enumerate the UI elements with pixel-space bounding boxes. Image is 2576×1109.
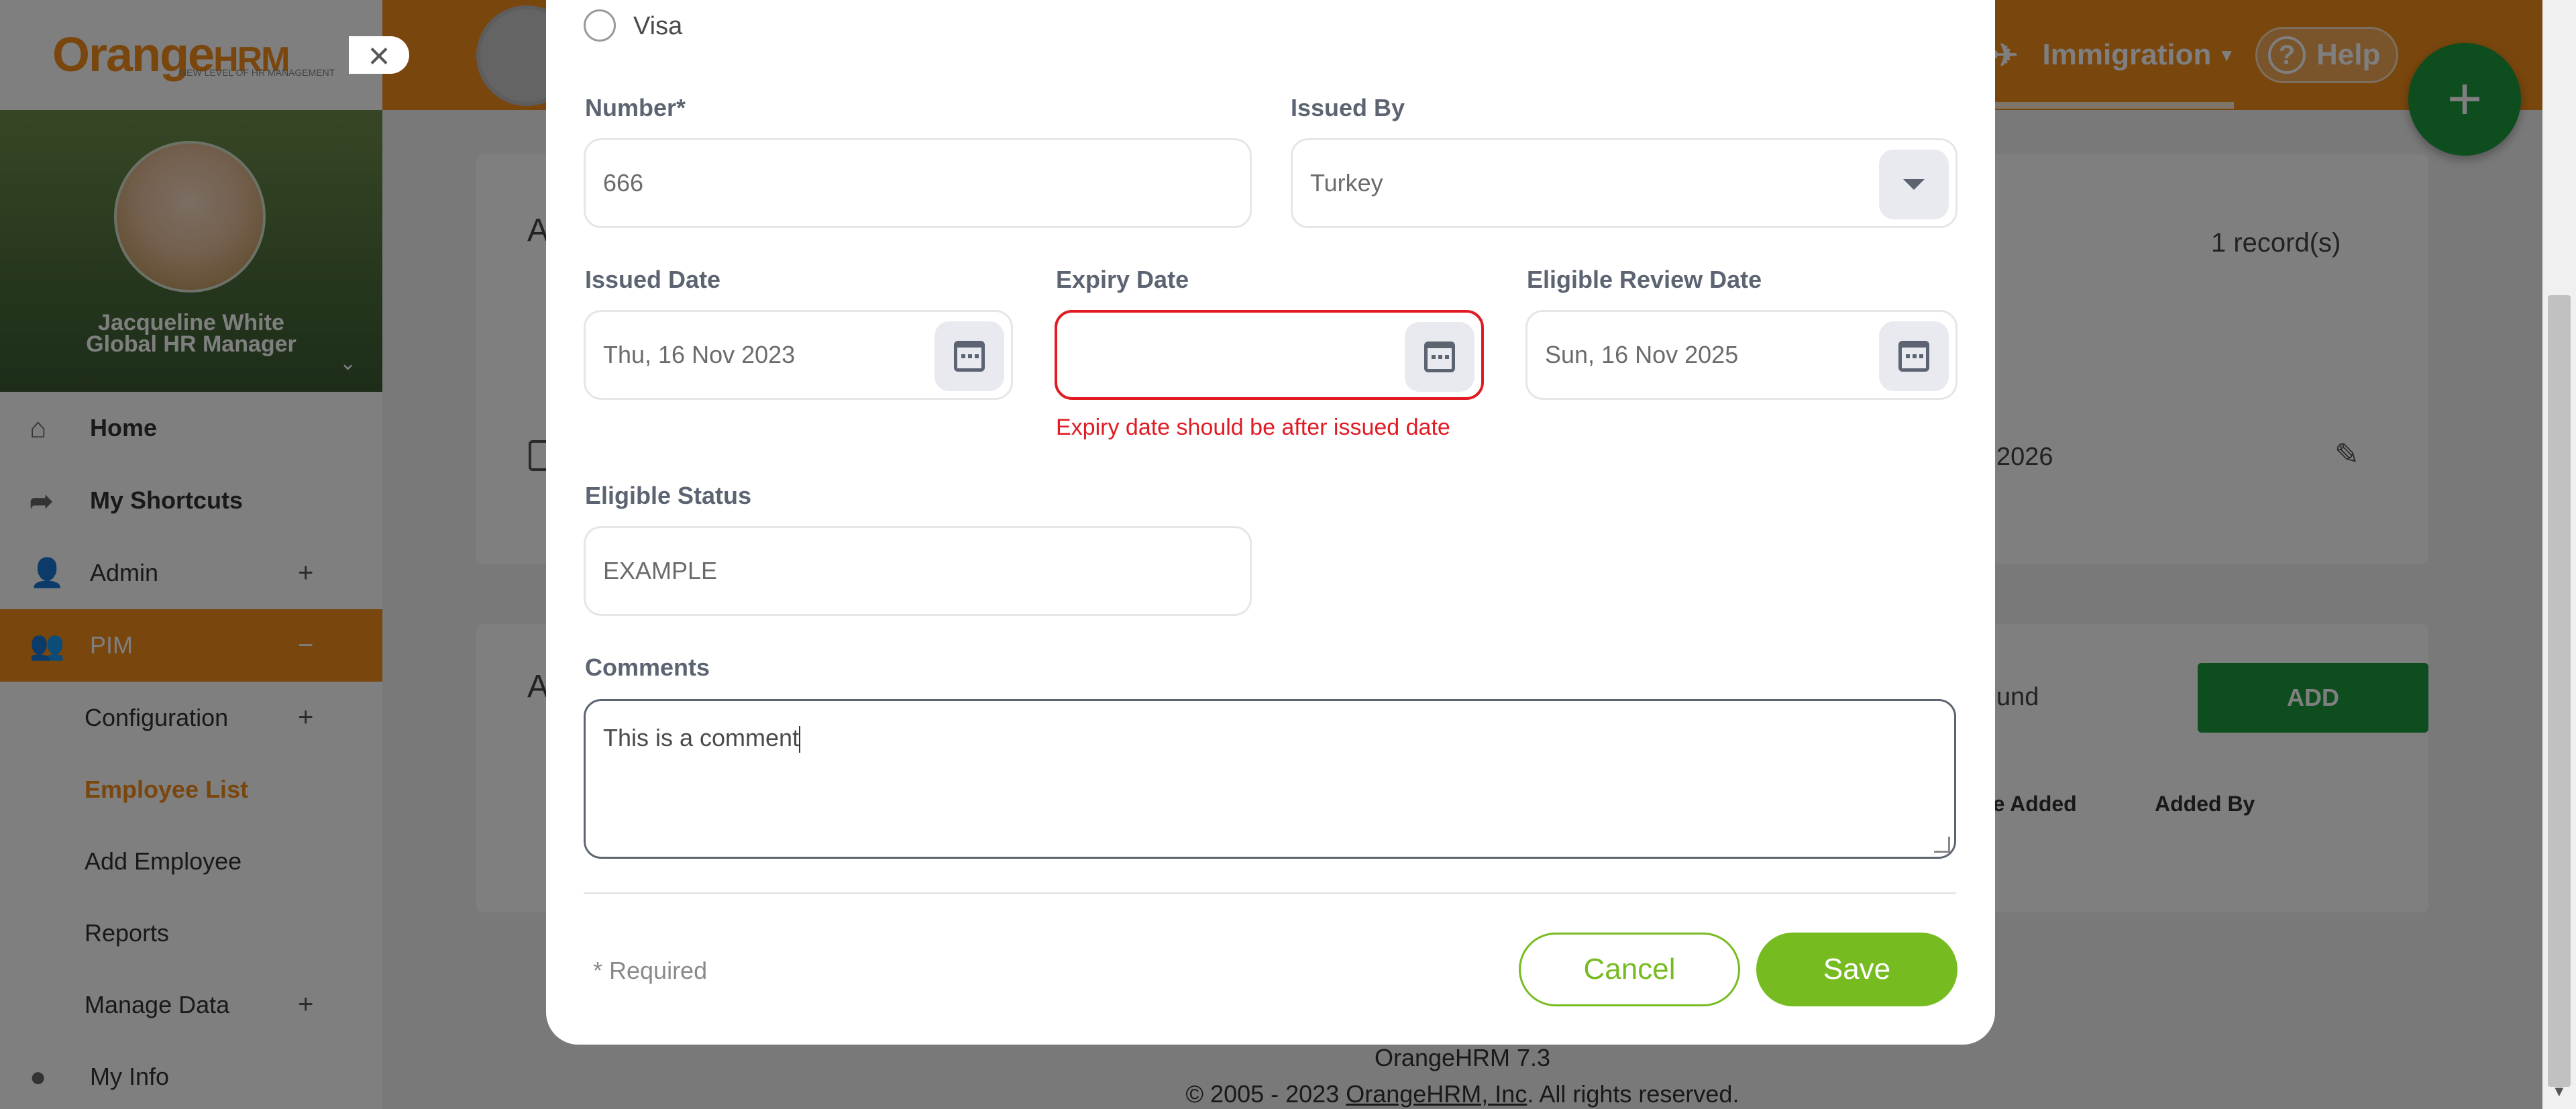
immigration-modal: Visa Number* 666 Issued By Turkey Issued… (546, 0, 1995, 1045)
expiry-date-label: Expiry Date (1056, 266, 1189, 293)
scroll-down-icon[interactable]: ▼ (2552, 1083, 2567, 1100)
issued-date-input[interactable]: Thu, 16 Nov 2023 (584, 310, 1013, 400)
issued-by-select[interactable]: Turkey (1291, 138, 1957, 228)
issued-by-label: Issued By (1291, 94, 1405, 121)
visa-radio[interactable] (584, 9, 616, 42)
visa-radio-label: Visa (633, 12, 683, 40)
issued-date-label: Issued Date (585, 266, 721, 293)
dropdown-caret-icon[interactable] (1879, 150, 1949, 219)
calendar-icon[interactable] (934, 321, 1004, 391)
eligible-status-value: EXAMPLE (603, 557, 718, 584)
close-icon[interactable]: × (349, 34, 409, 76)
review-date-label: Eligible Review Date (1527, 266, 1762, 293)
comments-value: This is a comment (603, 724, 800, 751)
text-cursor (799, 726, 801, 753)
review-date-input[interactable]: Sun, 16 Nov 2025 (1525, 310, 1957, 400)
cancel-button[interactable]: Cancel (1519, 933, 1740, 1006)
divider (584, 892, 1956, 894)
calendar-icon[interactable] (1405, 322, 1474, 392)
scrollbar-thumb[interactable] (2548, 295, 2571, 1087)
resize-handle[interactable] (1934, 837, 1950, 853)
comments-label: Comments (585, 653, 710, 681)
save-button[interactable]: Save (1756, 933, 1957, 1006)
number-value: 666 (603, 169, 644, 197)
number-input[interactable]: 666 (584, 138, 1252, 228)
required-note: * Required (593, 957, 708, 984)
eligible-status-input[interactable]: EXAMPLE (584, 526, 1252, 616)
issued-by-value: Turkey (1310, 169, 1383, 197)
review-date-value: Sun, 16 Nov 2025 (1545, 341, 1739, 368)
scrollbar[interactable]: ▼ (2542, 0, 2576, 1109)
issued-date-value: Thu, 16 Nov 2023 (603, 341, 796, 368)
expiry-date-input[interactable] (1055, 310, 1484, 400)
eligible-status-label: Eligible Status (585, 482, 752, 509)
number-label: Number* (585, 94, 686, 121)
comments-textarea[interactable]: This is a comment (584, 699, 1956, 859)
calendar-icon[interactable] (1879, 321, 1949, 391)
expiry-date-error: Expiry date should be after issued date (1056, 415, 1450, 440)
